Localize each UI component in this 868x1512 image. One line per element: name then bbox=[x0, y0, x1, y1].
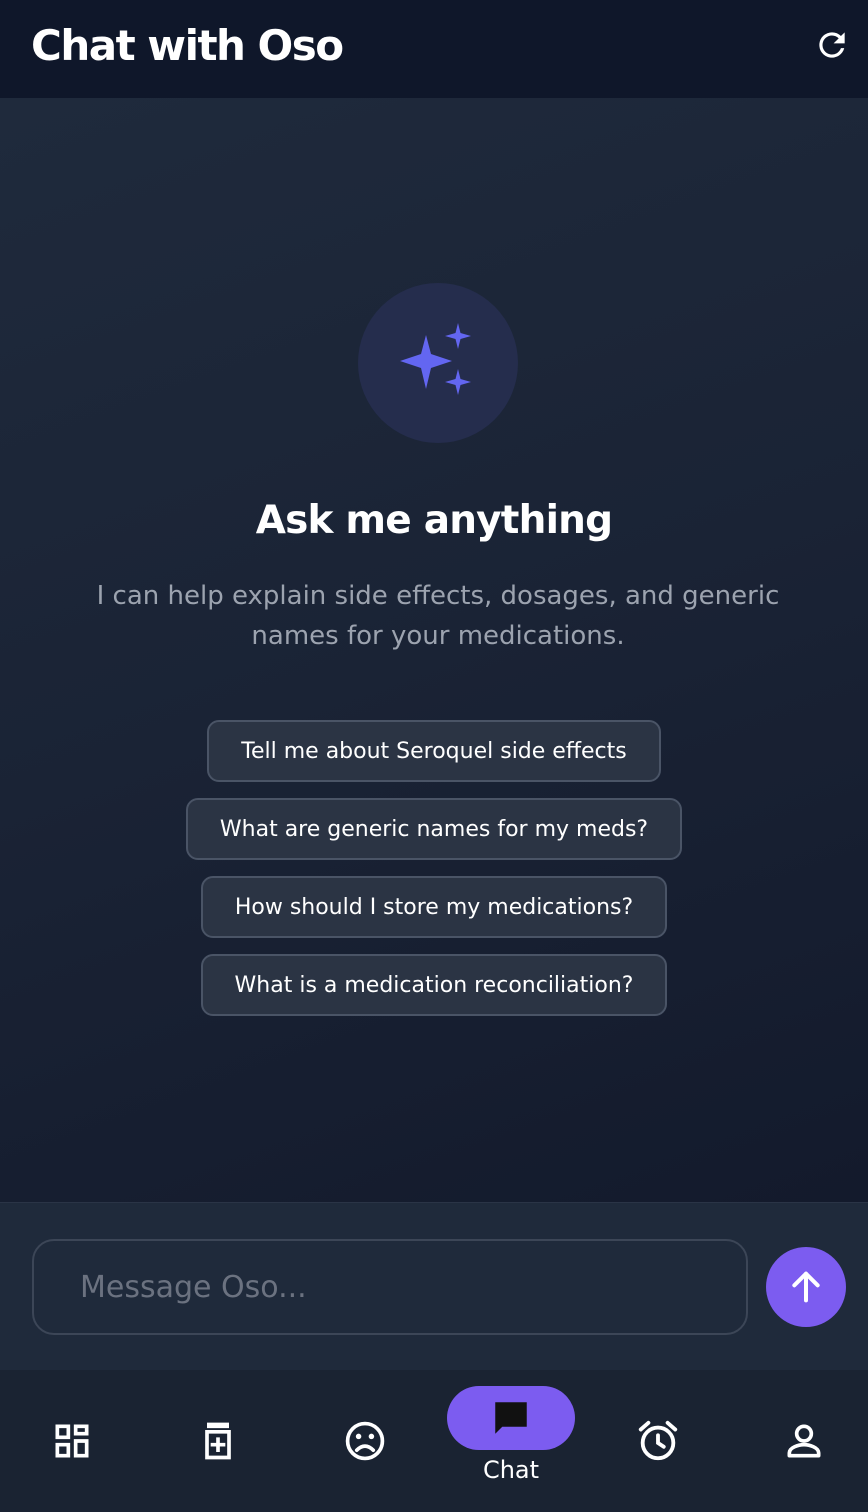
mood-icon bbox=[345, 1421, 385, 1461]
sparkles-icon bbox=[400, 323, 471, 395]
hero-subtitle: I can help explain side effects, dosages… bbox=[96, 581, 780, 651]
suggestion-chip[interactable]: How should I store my medications? bbox=[200, 876, 668, 938]
nav-active-indicator bbox=[447, 1386, 575, 1450]
alarm-icon bbox=[638, 1420, 678, 1461]
nav-item-mood[interactable] bbox=[310, 1370, 420, 1512]
refresh-icon bbox=[819, 32, 845, 58]
bottom-nav: Chat bbox=[0, 1370, 868, 1512]
nav-item-medications[interactable] bbox=[163, 1370, 273, 1512]
nav-item-dashboard[interactable] bbox=[17, 1370, 127, 1512]
hero-title: Ask me anything bbox=[255, 498, 613, 543]
nav-label-chat: Chat bbox=[482, 1456, 540, 1484]
suggestion-chip[interactable]: Tell me about Seroquel side effects bbox=[207, 720, 661, 782]
app-header: Chat with Oso bbox=[0, 0, 868, 98]
message-composer bbox=[0, 1202, 868, 1370]
chat-icon bbox=[495, 1402, 527, 1434]
suggestion-chip[interactable]: What are generic names for my meds? bbox=[185, 798, 683, 860]
person-icon bbox=[787, 1424, 821, 1458]
chat-area: Ask me anything I can help explain side … bbox=[0, 98, 868, 1202]
medication-icon bbox=[205, 1422, 231, 1460]
suggestion-chip[interactable]: What is a medication reconciliation? bbox=[200, 954, 668, 1016]
page-title: Chat with Oso bbox=[31, 20, 344, 70]
refresh-button[interactable] bbox=[810, 23, 854, 67]
suggestion-list: Tell me about Seroquel side effects What… bbox=[0, 720, 868, 1016]
message-input[interactable] bbox=[32, 1239, 748, 1335]
dashboard-icon bbox=[55, 1424, 89, 1458]
hero-icon-circle bbox=[358, 283, 518, 443]
nav-item-chat[interactable]: Chat bbox=[447, 1364, 575, 1506]
arrow-up-icon bbox=[792, 1271, 820, 1303]
nav-item-alarms[interactable] bbox=[603, 1370, 713, 1512]
send-button[interactable] bbox=[766, 1247, 846, 1327]
nav-item-profile[interactable] bbox=[749, 1370, 859, 1512]
